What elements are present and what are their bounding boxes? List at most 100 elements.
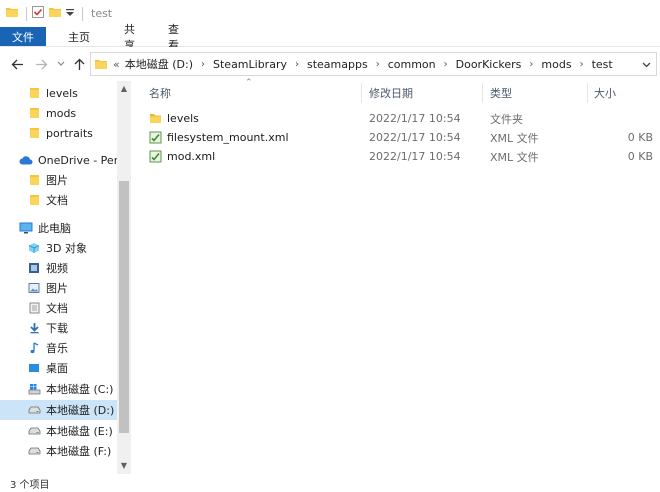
sidebar-item-onedrive[interactable]: OneDrive - Perso: [0, 150, 131, 170]
file-list: ⌃ 名称 修改日期 类型 大小 levels 2022/1/17 10:54 文…: [131, 78, 660, 474]
sidebar-item-pictures[interactable]: 图片: [0, 278, 117, 298]
scroll-down-arrow-icon[interactable]: ▼: [117, 458, 131, 472]
folder-icon: [27, 126, 41, 140]
table-row[interactable]: mod.xml 2022/1/17 10:54 XML 文件 0 KB: [139, 147, 653, 166]
sidebar-item-onedrive-documents[interactable]: 文档: [0, 190, 117, 210]
sidebar-item-label: portraits: [46, 126, 93, 140]
sidebar-item-downloads[interactable]: 下载: [0, 318, 117, 338]
file-size: 0 KB: [627, 150, 653, 163]
sidebar-item-music[interactable]: 音乐: [0, 338, 117, 358]
folder-icon: [27, 86, 41, 100]
tab-home[interactable]: 主页: [46, 27, 112, 46]
drive-icon: [27, 424, 41, 438]
sidebar-item-label: 本地磁盘 (E:): [46, 425, 113, 438]
drive-icon: [27, 403, 41, 417]
chevron-down-icon: [57, 61, 65, 66]
sidebar-scrollbar[interactable]: ▲ ▼: [117, 81, 131, 474]
folder-icon: [27, 193, 41, 207]
sidebar-item-desktop[interactable]: 桌面: [0, 358, 117, 378]
file-type: XML 文件: [490, 150, 539, 164]
breadcrumb-item[interactable]: common: [388, 58, 436, 71]
sidebar-item-3d-objects[interactable]: 3D 对象: [0, 238, 117, 258]
sidebar-item-this-pc[interactable]: 此电脑: [0, 218, 117, 238]
column-divider[interactable]: [587, 83, 588, 103]
chevron-right-icon[interactable]: ›: [444, 59, 448, 70]
folder-icon: [27, 106, 41, 120]
desktop-icon: [27, 361, 41, 375]
customize-toolbar-dropdown-icon[interactable]: [66, 7, 74, 20]
sidebar-item-label: 桌面: [46, 362, 68, 375]
file-name-cell: levels: [149, 109, 199, 128]
column-divider[interactable]: [361, 83, 362, 103]
arrow-up-icon: [74, 58, 84, 70]
address-history-dropdown[interactable]: [642, 58, 651, 71]
file-date: 2022/1/17 10:54: [369, 150, 461, 163]
sidebar-item-levels[interactable]: levels: [0, 83, 117, 103]
file-type: 文件夹: [490, 112, 523, 126]
sidebar-item-documents[interactable]: 文档: [0, 298, 117, 318]
column-header-type[interactable]: 类型: [490, 81, 586, 105]
address-bar[interactable]: « 本地磁盘 (D:) › SteamLibrary › steamapps ›…: [90, 52, 657, 76]
breadcrumb-item-current[interactable]: test: [592, 58, 613, 71]
navigation-pane: levels mods portraits OneDrive - Perso 图…: [0, 81, 131, 474]
breadcrumb-item[interactable]: steamapps: [307, 58, 368, 71]
chevron-right-icon[interactable]: ›: [529, 59, 533, 70]
tab-view[interactable]: 查看: [156, 23, 198, 52]
quick-access-divider: [26, 6, 27, 21]
sidebar-item-label: mods: [46, 106, 77, 120]
pictures-icon: [27, 281, 41, 295]
window-title: test: [91, 7, 113, 20]
breadcrumb-item[interactable]: 本地磁盘 (D:): [125, 56, 193, 72]
breadcrumb-item[interactable]: mods: [541, 58, 571, 71]
column-divider[interactable]: [482, 83, 483, 103]
breadcrumb-item[interactable]: SteamLibrary: [213, 58, 287, 71]
chevron-right-icon[interactable]: ›: [201, 59, 205, 70]
cloud-icon: [19, 153, 33, 167]
sidebar-item-drive-c[interactable]: 本地磁盘 (C:): [0, 379, 117, 399]
drive-icon: [27, 444, 41, 458]
folder-icon: [27, 173, 41, 187]
file-name-cell: mod.xml: [149, 147, 215, 166]
file-type: XML 文件: [490, 131, 539, 145]
column-header-size[interactable]: 大小: [594, 81, 654, 105]
file-name: filesystem_mount.xml: [167, 131, 289, 144]
recent-locations-button[interactable]: [53, 56, 69, 72]
new-folder-icon[interactable]: [49, 6, 61, 21]
sidebar-item-onedrive-pictures[interactable]: 图片: [0, 170, 117, 190]
tab-file[interactable]: 文件: [0, 27, 46, 46]
chevron-down-icon: [642, 62, 651, 68]
table-row[interactable]: filesystem_mount.xml 2022/1/17 10:54 XML…: [139, 128, 653, 147]
scroll-up-arrow-icon[interactable]: ▲: [117, 81, 131, 95]
sidebar-item-mods[interactable]: mods: [0, 103, 117, 123]
breadcrumb-overflow[interactable]: «: [113, 58, 120, 71]
tab-share[interactable]: 共享: [112, 23, 156, 52]
file-size: 0 KB: [627, 131, 653, 144]
up-button[interactable]: [71, 56, 87, 72]
chevron-right-icon[interactable]: ›: [295, 59, 299, 70]
sidebar-item-label: 下载: [46, 322, 68, 335]
sidebar-item-label: 3D 对象: [46, 242, 87, 255]
column-header-date[interactable]: 修改日期: [369, 81, 481, 105]
sidebar-item-drive-d[interactable]: 本地磁盘 (D:): [0, 400, 117, 420]
title-bar: test: [0, 0, 660, 27]
sidebar-item-drive-e[interactable]: 本地磁盘 (E:): [0, 421, 117, 441]
column-header-name[interactable]: 名称: [149, 81, 361, 105]
document-icon: [27, 301, 41, 315]
back-button[interactable]: [9, 56, 25, 72]
music-icon: [27, 341, 41, 355]
xml-file-icon: [149, 150, 162, 163]
chevron-right-icon[interactable]: ›: [376, 59, 380, 70]
forward-button[interactable]: [33, 56, 49, 72]
sidebar-item-drive-f[interactable]: 本地磁盘 (F:): [0, 441, 117, 461]
properties-icon[interactable]: [32, 6, 44, 21]
table-row[interactable]: levels 2022/1/17 10:54 文件夹: [139, 109, 653, 128]
file-date: 2022/1/17 10:54: [369, 131, 461, 144]
sidebar-item-portraits[interactable]: portraits: [0, 123, 117, 143]
chevron-right-icon[interactable]: ›: [580, 59, 584, 70]
breadcrumb-item[interactable]: DoorKickers: [456, 58, 522, 71]
sidebar-scrollbar-thumb[interactable]: [119, 181, 129, 433]
sidebar-item-label: 图片: [46, 174, 68, 187]
xml-file-icon: [149, 131, 162, 144]
folder-icon: [149, 112, 162, 125]
sidebar-item-videos[interactable]: 视频: [0, 258, 117, 278]
